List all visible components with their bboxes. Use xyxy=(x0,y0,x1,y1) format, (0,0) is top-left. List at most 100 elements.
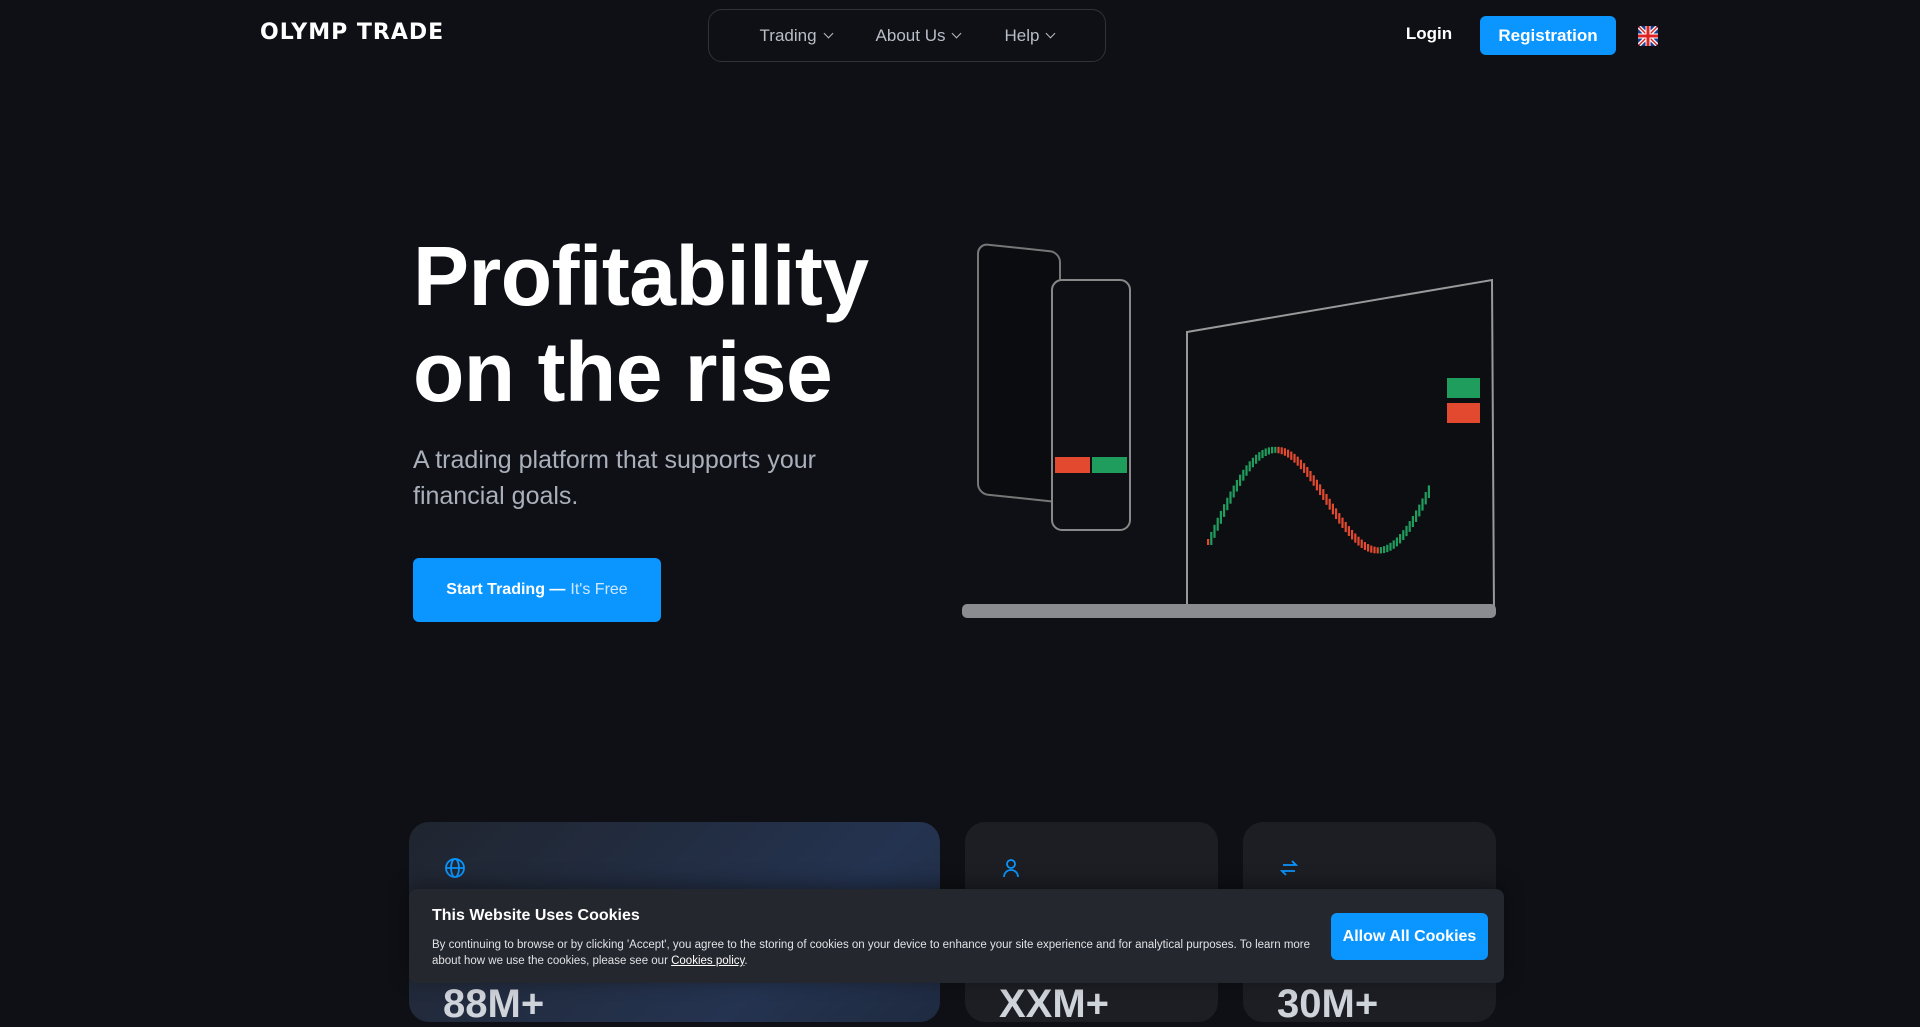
arrows-exchange-icon xyxy=(1279,860,1299,876)
cookie-text-body: By continuing to browse or by clicking '… xyxy=(432,939,1311,967)
candle xyxy=(1274,446,1277,453)
candle xyxy=(1245,465,1248,476)
cookie-text: By continuing to browse or by clicking '… xyxy=(432,939,1311,967)
globe-icon xyxy=(445,858,465,878)
candle xyxy=(1303,463,1306,473)
laptop-base xyxy=(962,604,1496,618)
candle xyxy=(1341,517,1344,528)
candle xyxy=(1408,521,1411,532)
stat-value: 30M+ xyxy=(1277,982,1379,1026)
candle xyxy=(1223,504,1226,517)
candle xyxy=(1213,524,1216,538)
candle xyxy=(1306,466,1309,477)
cookies-policy-link[interactable]: Cookies policy xyxy=(671,955,744,967)
candle xyxy=(1235,479,1238,492)
candle xyxy=(1415,510,1418,522)
candle xyxy=(1370,545,1373,553)
candle xyxy=(1351,529,1354,540)
candle xyxy=(1251,457,1254,468)
nav-label: Help xyxy=(1004,25,1040,45)
candle xyxy=(1402,530,1405,541)
candle xyxy=(1331,503,1334,515)
candle xyxy=(1242,469,1245,481)
candle xyxy=(1357,536,1360,546)
candle xyxy=(1248,461,1251,472)
candle xyxy=(1392,540,1395,549)
candle xyxy=(1232,485,1235,498)
candle xyxy=(1287,449,1290,458)
candle xyxy=(1421,498,1424,511)
candle xyxy=(1271,446,1274,454)
candle xyxy=(1267,447,1270,455)
candle xyxy=(1258,452,1261,461)
candle xyxy=(1226,497,1229,511)
candle xyxy=(1363,541,1366,551)
candle xyxy=(1418,504,1421,517)
devices-illustration xyxy=(962,243,1496,618)
candle xyxy=(1344,521,1347,533)
laptop-screen xyxy=(1186,278,1496,615)
candle xyxy=(1347,526,1350,536)
candle xyxy=(1283,448,1286,456)
registration-button[interactable]: Registration xyxy=(1480,16,1616,55)
candle xyxy=(1379,547,1382,554)
candle xyxy=(1219,510,1222,524)
cookie-banner: This Website Uses Cookies By continuing … xyxy=(409,889,1504,983)
cta-label: Start Trading — xyxy=(446,581,566,598)
candle xyxy=(1360,539,1363,548)
cookie-title: This Website Uses Cookies xyxy=(432,907,640,924)
candle xyxy=(1239,474,1242,486)
candle xyxy=(1335,508,1338,520)
candle xyxy=(1210,531,1213,545)
logo[interactable]: OLYMP TRADE xyxy=(260,20,444,45)
candle xyxy=(1405,525,1408,537)
candle xyxy=(1296,456,1299,466)
start-trading-button[interactable]: Start Trading — It's Free xyxy=(413,558,661,622)
candle xyxy=(1264,448,1267,457)
chevron-down-icon xyxy=(952,28,962,39)
nav-about-us[interactable]: About Us xyxy=(875,25,962,46)
phone-sell-button xyxy=(1055,457,1090,473)
phone-front xyxy=(1051,279,1131,531)
candle xyxy=(1389,542,1392,551)
candle xyxy=(1207,539,1210,545)
nav-help[interactable]: Help xyxy=(1004,25,1056,46)
laptop-buy-button xyxy=(1447,378,1480,398)
candle xyxy=(1354,533,1357,543)
candle xyxy=(1383,546,1386,554)
candle xyxy=(1325,493,1328,505)
candle xyxy=(1376,547,1379,554)
phone-buy-button xyxy=(1092,457,1127,473)
phone-back xyxy=(977,243,1061,503)
nav-label: About Us xyxy=(875,25,946,45)
uk-flag-icon[interactable] xyxy=(1638,26,1658,46)
login-button[interactable]: Login xyxy=(1400,24,1458,44)
nav-trading[interactable]: Trading xyxy=(760,26,833,46)
candle xyxy=(1411,515,1414,528)
stat-value: 88M+ xyxy=(443,982,545,1026)
candle xyxy=(1261,450,1264,459)
candle xyxy=(1290,451,1293,460)
candle xyxy=(1338,513,1341,524)
candle xyxy=(1309,470,1312,482)
main-nav: Trading About Us Help xyxy=(708,9,1106,62)
candle xyxy=(1293,453,1296,463)
hero-subtitle: A trading platform that supports your fi… xyxy=(413,446,816,510)
candle xyxy=(1229,491,1232,504)
allow-all-cookies-button[interactable]: Allow All Cookies xyxy=(1331,913,1488,960)
candle xyxy=(1216,517,1219,531)
chevron-down-icon xyxy=(823,28,833,39)
candle xyxy=(1424,492,1427,505)
chevron-down-icon xyxy=(1046,28,1056,39)
candle xyxy=(1277,446,1280,454)
candle xyxy=(1312,475,1315,486)
candle xyxy=(1255,454,1258,464)
candle xyxy=(1386,544,1389,553)
candle xyxy=(1395,537,1398,547)
title-line: on the rise xyxy=(413,325,833,419)
candle xyxy=(1319,484,1322,496)
user-icon xyxy=(1003,859,1019,878)
cta-free-label: It's Free xyxy=(570,581,628,598)
hero-title: Profitability on the rise xyxy=(413,228,869,420)
candle xyxy=(1299,459,1302,470)
